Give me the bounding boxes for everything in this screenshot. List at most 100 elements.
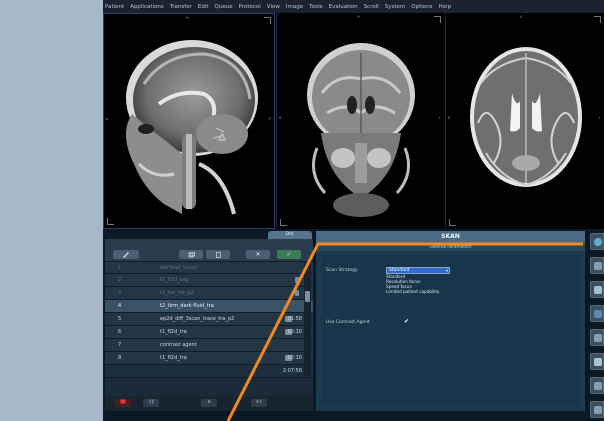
paste-button[interactable]: [206, 250, 230, 259]
paste-icon: [215, 251, 221, 258]
scan-strategy-options: Standard Resolution focus Speed focus Li…: [386, 274, 450, 294]
viewport-corner-marker: [449, 219, 456, 226]
orientation-top-label: A: [520, 15, 523, 19]
scan-parameters-panel: SKAN General Parameters Scan Strategy St…: [316, 231, 585, 411]
scroll-thumb[interactable]: [305, 291, 310, 302]
viewport-corner-marker: [434, 16, 441, 23]
orientation-left-label: R: [279, 116, 282, 120]
menu-item-system[interactable]: System: [385, 4, 406, 10]
chevron-down-icon: ▾: [445, 268, 448, 273]
skip-icon: [256, 399, 262, 404]
menu-item-queue[interactable]: Queue: [215, 4, 233, 10]
confirm-button[interactable]: ✓: [277, 250, 301, 259]
row-number: 2: [118, 277, 122, 283]
tab-default[interactable]: Def.: [268, 231, 312, 239]
protocol-row-selected[interactable]: 4 t2_tirm_dark-fluid_tra: [105, 300, 313, 313]
axial-mri-image: [470, 47, 582, 187]
scan-strategy-select[interactable]: Standard ▾: [386, 267, 450, 274]
image-viewer: H A P H R L A R L: [103, 13, 604, 229]
background-gutter: [0, 0, 103, 421]
menu-item-transfer[interactable]: Transfer: [170, 4, 192, 10]
protocol-row[interactable]: 1 AAHead_Scout: [105, 261, 313, 274]
orientation-right-label: L: [599, 116, 601, 120]
protocol-queue: Def. ✕ ✓ 1 AAHead_Scout 2 t1_fl2d_sag 3 …: [105, 231, 313, 411]
contrast-agent-checkbox[interactable]: ✔: [404, 319, 411, 325]
tool-button-document[interactable]: [590, 281, 604, 298]
menu-item-evaluation[interactable]: Evaluation: [329, 4, 358, 10]
window-icon: [594, 262, 602, 270]
total-time-row: 2:07:56: [105, 365, 313, 378]
protocol-name: t2_tse_tra_p2: [160, 290, 194, 296]
protocol-row[interactable]: 2 t1_fl2d_sag: [105, 274, 313, 287]
sagittal-mri-image: [125, 40, 258, 215]
tool-button-table[interactable]: [590, 329, 604, 346]
coronal-mri-image: [307, 43, 415, 217]
menu-item-scroll[interactable]: Scroll: [364, 4, 379, 10]
protocol-row[interactable]: 6 t1_fl2d_tra 02:10: [105, 326, 313, 339]
menu-item-help[interactable]: Help: [439, 4, 452, 10]
status-marker-icon: [295, 290, 299, 296]
tool-button-chart[interactable]: [590, 305, 604, 322]
row-number: 4: [118, 303, 122, 309]
tool-button-exit[interactable]: [590, 401, 604, 418]
stop-button[interactable]: [115, 399, 131, 407]
tool-button-globe[interactable]: [590, 233, 604, 250]
row-number: 6: [118, 329, 122, 335]
document-icon: [594, 286, 602, 294]
protocol-name: t1_fl2d_sag: [160, 277, 189, 283]
play-button[interactable]: [201, 399, 217, 407]
menu-item-applications[interactable]: Applications: [130, 4, 164, 10]
scan-panel-title: SKAN: [316, 231, 585, 243]
viewport-corner-marker: [107, 218, 114, 225]
protocol-name: contrast agent: [160, 342, 197, 348]
protocol-row[interactable]: 5 ep2d_diff_3scan_trace_tra_p2 01:58: [105, 313, 313, 326]
control-panel: Def. ✕ ✓ 1 AAHead_Scout 2 t1_fl2d_sag 3 …: [103, 229, 604, 421]
protocol-list: 1 AAHead_Scout 2 t1_fl2d_sag 3 t2_tse_tr…: [105, 261, 313, 378]
viewport-corner-marker: [280, 219, 287, 226]
exit-icon: [594, 406, 602, 414]
play-icon: [207, 399, 211, 404]
menu-bar: Patient Applications Transfer Edit Queue…: [103, 0, 604, 13]
table-icon: [594, 334, 602, 342]
delete-button[interactable]: ✕: [246, 250, 270, 259]
menu-item-image[interactable]: Image: [286, 4, 303, 10]
total-duration: 2:07:56: [282, 368, 302, 374]
menu-item-tools[interactable]: Tools: [309, 4, 323, 10]
list-scrollbar[interactable]: [304, 261, 311, 376]
chart-icon: [594, 310, 602, 318]
stop-icon: [120, 399, 126, 404]
menu-item-patient[interactable]: Patient: [105, 4, 124, 10]
edit-pencil-button[interactable]: [113, 250, 139, 259]
menu-item-edit[interactable]: Edit: [198, 4, 209, 10]
row-number: 3: [118, 290, 122, 296]
viewport-corner-marker: [594, 16, 601, 23]
protocol-row[interactable]: 3 t2_tse_tra_p2: [105, 287, 313, 300]
option-limited-patient-capability[interactable]: Limited patient capability: [386, 289, 450, 294]
protocol-row[interactable]: 7 contrast agent: [105, 339, 313, 352]
viewport-axial[interactable]: A R L: [445, 13, 604, 229]
menu-item-options[interactable]: Options: [411, 4, 432, 10]
viewport-coronal[interactable]: H R L: [276, 13, 444, 229]
orientation-left-label: A: [106, 117, 109, 121]
row-number: 7: [118, 342, 122, 348]
protocol-duration: 01:58: [287, 316, 302, 322]
scan-strategy-label: Scan Strategy: [326, 268, 358, 273]
pause-button[interactable]: [143, 399, 159, 407]
settings-icon: [594, 382, 602, 390]
row-number: 1: [118, 265, 122, 271]
orientation-left-label: R: [448, 116, 451, 120]
pause-icon: [149, 399, 153, 404]
scan-strategy-value: Standard: [389, 268, 410, 273]
tool-button-settings[interactable]: [590, 377, 604, 394]
protocol-name: t1_fl2d_tra: [160, 329, 187, 335]
copy-button[interactable]: [179, 250, 203, 259]
menu-item-protocol[interactable]: Protocol: [239, 4, 261, 10]
viewport-sagittal[interactable]: H A P: [103, 13, 275, 229]
protocol-row[interactable]: 8 t1_fl2d_tra 02:10: [105, 352, 313, 365]
skip-button[interactable]: [251, 399, 267, 407]
tool-button-window[interactable]: [590, 257, 604, 274]
menu-item-view[interactable]: View: [267, 4, 280, 10]
orientation-right-label: P: [268, 117, 271, 121]
protocol-name: t2_tirm_dark-fluid_tra: [160, 303, 214, 309]
tool-button-monitor[interactable]: [590, 353, 604, 370]
